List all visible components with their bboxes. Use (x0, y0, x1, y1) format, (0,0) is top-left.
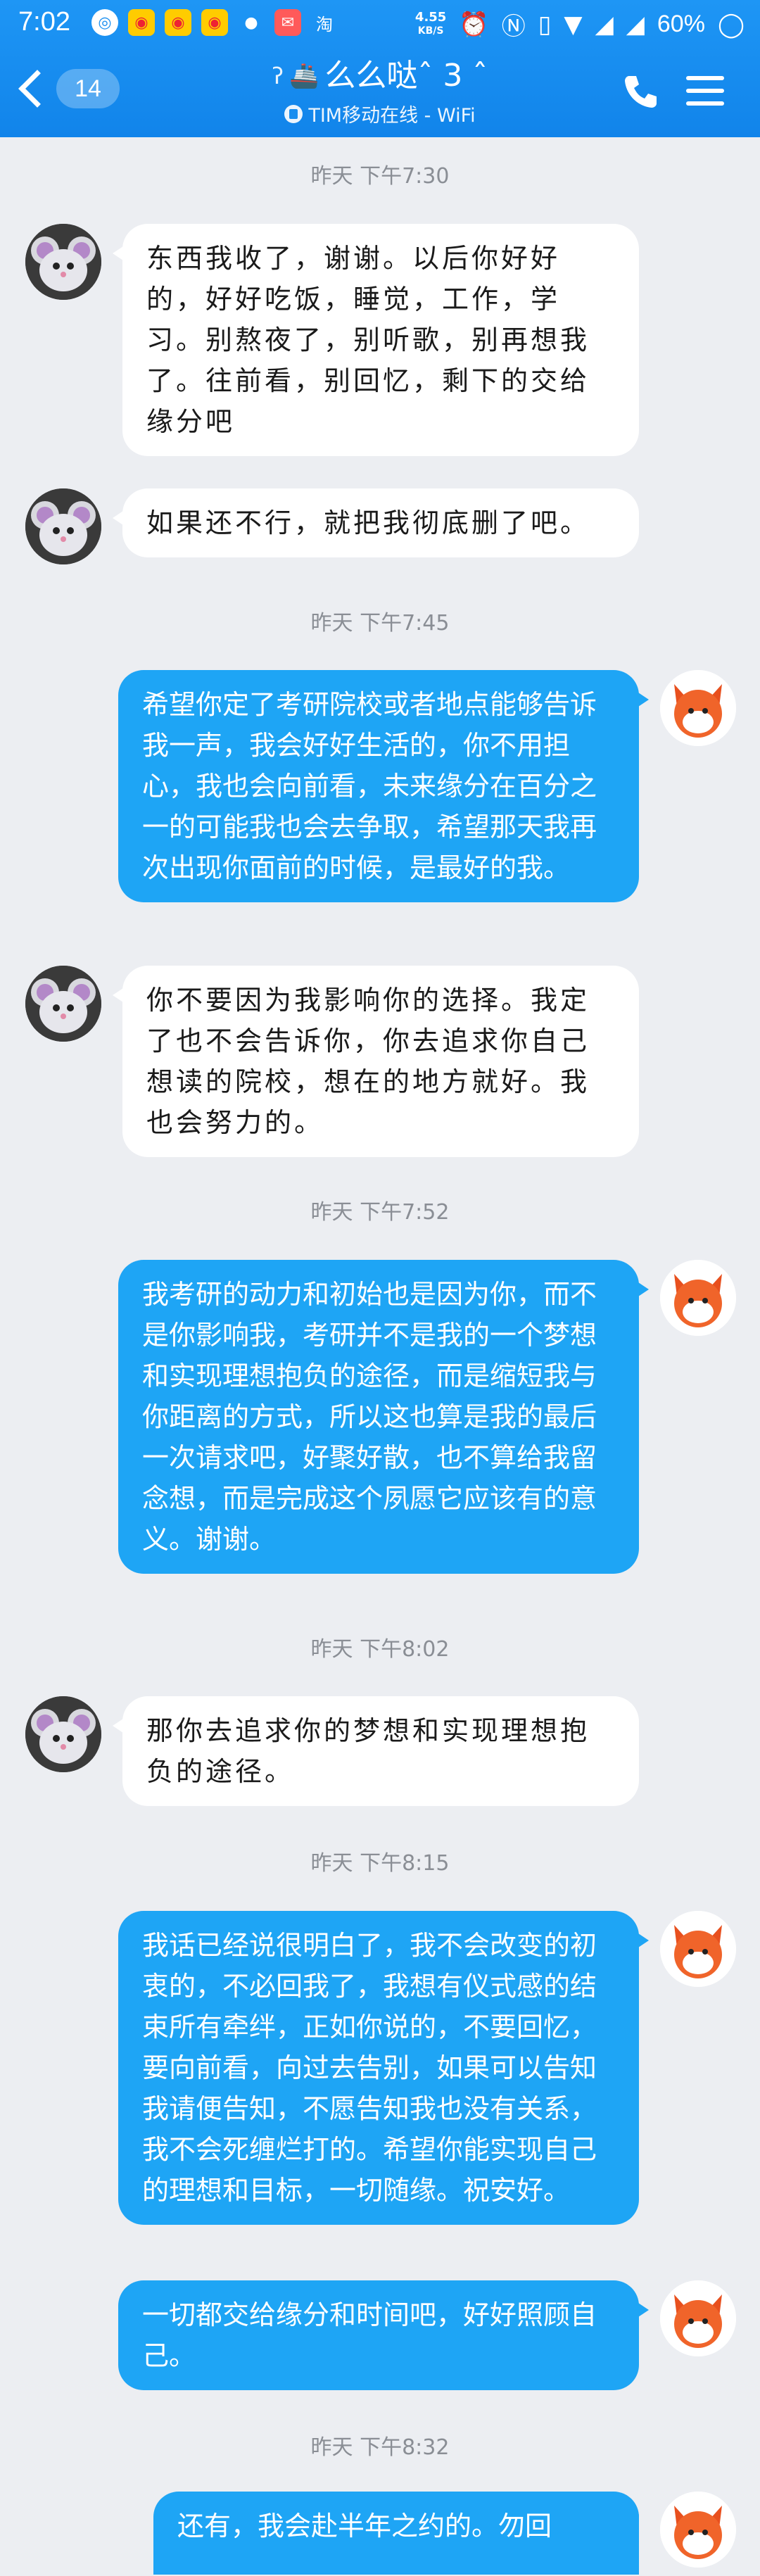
mouse-avatar-icon (25, 224, 101, 300)
contact-avatar[interactable] (25, 966, 101, 1042)
message-bubble-outgoing[interactable]: 一切都交给缘分和时间吧，好好照顾自己。 (118, 2280, 649, 2390)
title-block[interactable]: ʔ 🚢 么么哒ˆ 3 ˆ TIM移动在线 - WiFi (211, 55, 549, 127)
fox-avatar-icon (660, 1260, 736, 1336)
my-avatar[interactable] (660, 1260, 736, 1336)
alarm-icon: ⏰ (459, 10, 489, 39)
time-separator: 昨天 下午8:32 (310, 2435, 450, 2460)
mouse-avatar-icon (25, 966, 101, 1042)
signal-icon: ◢ (595, 10, 614, 39)
online-status: TIM移动在线 - WiFi (211, 100, 549, 127)
contact-title: ʔ 🚢 么么哒ˆ 3 ˆ (211, 55, 549, 97)
top-bar: 7:02 ◎ ◉ ◉ ◉ ● ✉ 淘 4.55 KB/S ⏰ Ⓝ ▯ ▼ ◢ ◢… (0, 0, 760, 137)
menu-icon-line (686, 89, 724, 93)
wifi-icon: ▼ (564, 10, 583, 39)
time-separator: 昨天 下午7:30 (310, 164, 450, 189)
time-separator: 昨天 下午7:52 (310, 1200, 450, 1225)
contact-avatar[interactable] (25, 1696, 101, 1772)
message-bubble-incoming[interactable]: 如果还不行，就把我彻底删了吧。 (113, 488, 639, 557)
app-notification-icon: ◎ (91, 9, 118, 36)
earpiece-mode-icon: ʔ (272, 63, 284, 89)
message-bubble-incoming[interactable]: 你不要因为我影响你的选择。我定了也不会告诉你，你去追求你自己想读的院校，想在的地… (113, 966, 639, 1157)
mouse-avatar-icon (25, 1696, 101, 1772)
contact-avatar[interactable] (25, 488, 101, 564)
net-speed: 4.55 KB/S (414, 10, 447, 37)
menu-icon-line (686, 76, 724, 80)
status-right: 4.55 KB/S ⏰ Ⓝ ▯ ▼ ◢ ◢ 60% ◯ (415, 7, 745, 42)
signal-icon: ◢ (626, 10, 645, 39)
weibo-icon: ◉ (128, 9, 155, 36)
battery-level: 60% (657, 11, 705, 37)
notification-icons: ◎ ◉ ◉ ◉ ● ✉ 淘 (91, 9, 338, 36)
back-button[interactable]: 14 (18, 69, 120, 108)
nfc-icon: Ⓝ (501, 13, 526, 41)
time-separator: 昨天 下午7:45 (310, 611, 450, 636)
message-bubble-outgoing[interactable]: 我话已经说很明白了，我不会改变的初衷的，不必回我了，我想有仪式感的结束所有牵绊，… (118, 1911, 649, 2225)
message-bubble-incoming[interactable]: 东西我收了，谢谢。以后你好好的，好好吃饭，睡觉，工作，学习。别熬夜了，别听歌，别… (113, 224, 639, 456)
message-bubble-incoming[interactable]: 那你去追求你的梦想和实现理想抱负的途径。 (113, 1696, 639, 1806)
taobao-icon: 淘 (316, 14, 333, 34)
chat-header: 14 ʔ 🚢 么么哒ˆ 3 ˆ TIM移动在线 - WiFi (0, 49, 760, 137)
fox-avatar-icon (660, 670, 736, 746)
time-separator: 昨天 下午8:15 (310, 1851, 450, 1876)
peach-icon: ● (244, 13, 258, 32)
menu-icon-line (686, 101, 724, 106)
phone-button[interactable] (619, 70, 661, 113)
chevron-left-icon (18, 70, 56, 108)
my-avatar[interactable] (660, 1911, 736, 1987)
weibo-icon: ◉ (165, 9, 191, 36)
contact-name: 么么哒ˆ 3 ˆ (324, 58, 488, 94)
weibo-icon: ◉ (201, 9, 228, 36)
time-separator: 昨天 下午8:02 (310, 1637, 450, 1662)
battery-icon: ◯ (717, 10, 745, 39)
app-icon: ✉ (274, 9, 301, 36)
my-avatar[interactable] (660, 2492, 736, 2568)
mouse-avatar-icon (25, 488, 101, 564)
phone-icon (625, 76, 657, 108)
tim-icon (284, 104, 303, 123)
vibrate-icon: ▯ (538, 10, 552, 39)
fox-avatar-icon (660, 2492, 736, 2568)
contact-avatar[interactable] (25, 224, 101, 300)
online-status-text: TIM移动在线 - WiFi (308, 105, 476, 127)
my-avatar[interactable] (660, 2280, 736, 2356)
message-bubble-outgoing[interactable]: 还有，我会赴半年之约的。勿回 (153, 2492, 639, 2575)
fox-avatar-icon (660, 1911, 736, 1987)
fox-avatar-icon (660, 2280, 736, 2356)
ship-icon: 🚢 (289, 62, 319, 90)
status-bar: 7:02 ◎ ◉ ◉ ◉ ● ✉ 淘 4.55 KB/S ⏰ Ⓝ ▯ ▼ ◢ ◢… (0, 0, 760, 49)
unread-badge: 14 (56, 69, 120, 108)
my-avatar[interactable] (660, 670, 736, 746)
status-time: 7:02 (18, 7, 70, 37)
menu-button[interactable] (686, 76, 724, 107)
message-bubble-outgoing[interactable]: 希望你定了考研院校或者地点能够告诉我一声，我会好好生活的，你不用担心，我也会向前… (118, 670, 649, 902)
message-bubble-outgoing[interactable]: 我考研的动力和初始也是因为你，而不是你影响我，考研并不是我的一个梦想和实现理想抱… (118, 1260, 649, 1574)
